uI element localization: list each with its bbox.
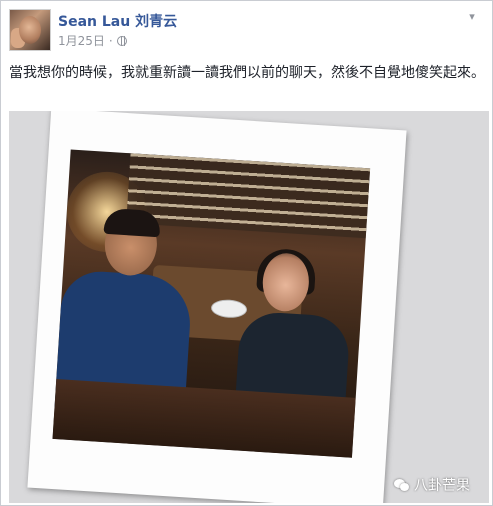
watermark-text: 八卦芒果 [414,478,470,494]
chevron-down-icon[interactable]: ▾ [467,11,477,22]
polaroid-frame [27,111,407,503]
watermark: 八卦芒果 [394,475,470,495]
post-photo[interactable] [9,111,489,503]
wechat-icon [394,478,410,492]
author-name[interactable]: Sean Lau 刘青云 [58,11,177,31]
post-date[interactable]: 1月25日 [58,32,105,49]
avatar[interactable] [9,9,51,51]
post-meta: 1月25日 · [58,32,127,49]
post-header: Sean Lau 刘青云 1月25日 · ▾ [1,1,493,59]
post-text: 當我想你的時候，我就重新讀一讀我們以前的聊天，然後不自覺地傻笑起來。 [9,65,485,81]
post-card: Sean Lau 刘青云 1月25日 · ▾ 當我想你的時候，我就重新讀一讀我們… [0,0,493,506]
photo-scene [52,149,371,458]
globe-icon [116,35,127,46]
